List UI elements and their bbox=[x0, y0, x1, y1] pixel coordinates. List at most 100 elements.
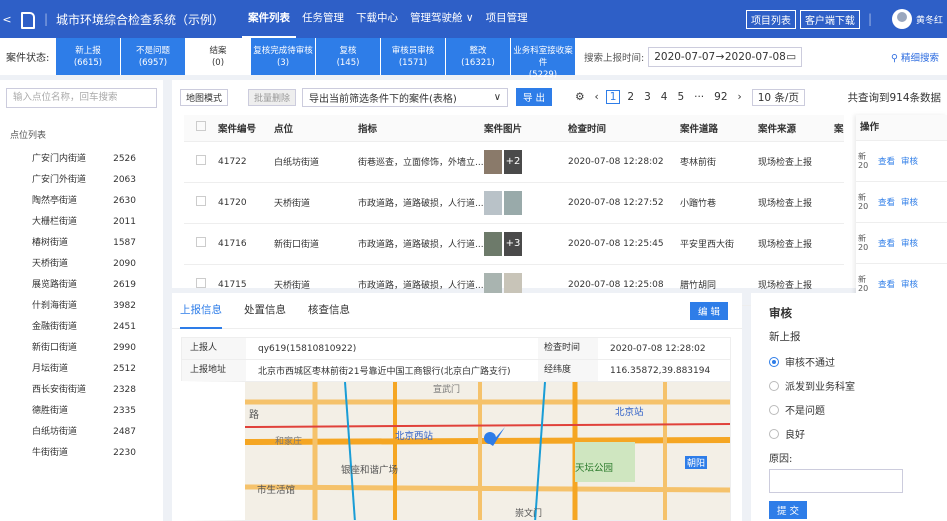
table-row[interactable]: 41716 新街口街道 市政道路，道路破损，人行道... +3 2020-07-… bbox=[184, 223, 844, 265]
case-truncated bbox=[834, 223, 844, 265]
status-tab-auditor[interactable]: 审核员审核 (1571) bbox=[381, 38, 445, 75]
divider: | bbox=[44, 12, 49, 26]
row-checkbox[interactable] bbox=[196, 237, 206, 247]
status-tab-dept-received[interactable]: 业务科室接收案件 (5229) bbox=[511, 38, 575, 80]
site-list-item[interactable]: 广安门外街道 2063 bbox=[0, 170, 163, 191]
site-list-item[interactable]: 月坛街道 2512 bbox=[0, 359, 163, 380]
page-1[interactable]: 1 bbox=[605, 90, 621, 104]
tab-report-info[interactable]: 上报信息 bbox=[180, 293, 222, 329]
view-link[interactable]: 查看 bbox=[878, 155, 895, 167]
site-list-item[interactable]: 德胜街道 2335 bbox=[0, 401, 163, 422]
review-link[interactable]: 审核 bbox=[901, 155, 918, 167]
prev-page-icon[interactable]: ‹ bbox=[594, 91, 598, 103]
status-tab-not-issue[interactable]: 不是问题 (6957) bbox=[121, 38, 185, 75]
view-link[interactable]: 查看 bbox=[878, 237, 895, 249]
radio-reject[interactable]: 审核不通过 bbox=[769, 354, 929, 369]
case-photo[interactable] bbox=[484, 231, 502, 256]
project-list-button[interactable]: 项目列表 bbox=[745, 9, 796, 29]
site-list-item[interactable]: 椿树街道 1587 bbox=[0, 233, 163, 254]
page-size-select[interactable]: 10 条/页 bbox=[751, 88, 805, 106]
nav-download-center[interactable]: 下载中心 bbox=[350, 0, 404, 38]
page-ellipsis[interactable]: ··· bbox=[694, 91, 704, 103]
row-checkbox[interactable] bbox=[196, 278, 206, 288]
site-list-item[interactable]: 牛街街道 2230 bbox=[0, 443, 163, 464]
site-list-item[interactable]: 新街口街道 2990 bbox=[0, 338, 163, 359]
status-tab-rectify[interactable]: 整改 (16321) bbox=[446, 38, 510, 75]
back-icon[interactable]: < bbox=[0, 13, 14, 26]
reporter-label: 上报人 bbox=[182, 338, 246, 359]
table-row[interactable]: 41722 白纸坊街道 街巷巡查，立面修饰，外墙立... +2 2020-07-… bbox=[184, 141, 844, 183]
submit-button[interactable]: 提 交 bbox=[769, 501, 808, 519]
select-all-checkbox[interactable] bbox=[196, 121, 206, 132]
nav-cockpit[interactable]: 管理驾驶舱 ∨ bbox=[404, 0, 480, 38]
radio-icon[interactable] bbox=[769, 428, 779, 439]
nav-project-management[interactable]: 项目管理 bbox=[480, 0, 534, 38]
radio-not-issue[interactable]: 不是问题 bbox=[769, 402, 929, 417]
site-search-input[interactable]: 输入点位名称，回车搜索 bbox=[6, 88, 157, 108]
radio-icon[interactable] bbox=[769, 404, 779, 415]
radio-label: 良好 bbox=[785, 430, 805, 441]
date-end[interactable]: 2020-07-08 bbox=[725, 51, 786, 63]
page-5[interactable]: 5 bbox=[677, 91, 684, 103]
radio-icon[interactable] bbox=[769, 380, 779, 391]
site-list-item[interactable]: 西长安街街道 2328 bbox=[0, 380, 163, 401]
divider: | bbox=[867, 12, 872, 26]
action-row: 新20 查看 审核 bbox=[856, 141, 947, 182]
batch-delete-button[interactable]: 批量删除 bbox=[248, 88, 297, 106]
status-tab-recheck[interactable]: 复核 (145) bbox=[316, 38, 380, 75]
status-tab-new[interactable]: 新上报 (6615) bbox=[56, 38, 120, 75]
status-tab-closed[interactable]: 结案 (0) bbox=[186, 38, 250, 75]
edit-button[interactable]: 编 辑 bbox=[689, 301, 728, 320]
row-checkbox-cell bbox=[184, 141, 218, 183]
view-link[interactable]: 查看 bbox=[878, 278, 895, 290]
export-button[interactable]: 导 出 bbox=[516, 88, 553, 106]
map-canvas[interactable] bbox=[245, 382, 731, 521]
tab-handling-info[interactable]: 处置信息 bbox=[244, 293, 286, 329]
more-photos[interactable]: +3 bbox=[504, 231, 522, 256]
fine-search-link[interactable]: ⚲ 精细搜索 bbox=[891, 50, 947, 64]
gear-icon[interactable]: ⚙ bbox=[575, 91, 584, 103]
date-filter: 搜索上报时间: 2020-07-07 → 2020-07-08 ▭ bbox=[584, 46, 803, 67]
review-link[interactable]: 审核 bbox=[901, 196, 918, 208]
date-range-picker[interactable]: 2020-07-07 → 2020-07-08 ▭ bbox=[648, 46, 803, 67]
review-link[interactable]: 审核 bbox=[901, 278, 918, 290]
site-list-item[interactable]: 大栅栏街道 2011 bbox=[0, 212, 163, 233]
page-3[interactable]: 3 bbox=[644, 91, 651, 103]
radio-selected-icon[interactable] bbox=[769, 356, 779, 367]
case-photo[interactable] bbox=[484, 149, 502, 174]
username[interactable]: 黄冬红 bbox=[916, 13, 943, 26]
status-tab-recheck-pending[interactable]: 复核完成待审核 (3) bbox=[251, 38, 315, 75]
site-list-item[interactable]: 天桥街道 2090 bbox=[0, 254, 163, 275]
radio-good[interactable]: 良好 bbox=[769, 426, 929, 441]
next-page-icon[interactable]: › bbox=[738, 91, 742, 103]
page-2[interactable]: 2 bbox=[627, 91, 634, 103]
date-start[interactable]: 2020-07-07 bbox=[654, 51, 715, 63]
row-checkbox[interactable] bbox=[196, 196, 206, 206]
radio-dispatch[interactable]: 派发到业务科室 bbox=[769, 378, 929, 393]
avatar[interactable] bbox=[891, 9, 912, 29]
map-mode-button[interactable]: 地图模式 bbox=[180, 88, 229, 106]
table-row[interactable]: 41720 天桥街道 市政道路，道路破损，人行道... 2020-07-08 1… bbox=[184, 182, 844, 224]
row-checkbox[interactable] bbox=[196, 155, 206, 165]
site-list-item[interactable]: 白纸坊街道 2487 bbox=[0, 422, 163, 443]
tab-verification-info[interactable]: 核查信息 bbox=[308, 293, 350, 329]
view-link[interactable]: 查看 bbox=[878, 196, 895, 208]
site-list-item[interactable]: 什刹海街道 3982 bbox=[0, 296, 163, 317]
site-list-item[interactable]: 陶然亭街道 2630 bbox=[0, 191, 163, 212]
location-map[interactable]: 路 北京西站 北京站 天坛公园 银座和谐广场 和家庄 宣武门 朝阳 市生活馆 崇… bbox=[181, 381, 731, 521]
site-list-item[interactable]: 金融街街道 2451 bbox=[0, 317, 163, 338]
export-select[interactable]: 导出当前筛选条件下的案件(表格) ∨ bbox=[302, 87, 509, 107]
case-photo[interactable] bbox=[504, 190, 522, 215]
nav-case-list[interactable]: 案件列表 bbox=[242, 0, 297, 38]
case-photo[interactable] bbox=[484, 190, 502, 215]
more-photos[interactable]: +2 bbox=[504, 149, 522, 174]
page-92[interactable]: 92 bbox=[714, 91, 727, 103]
calendar-icon[interactable]: ▭ bbox=[786, 51, 796, 63]
page-4[interactable]: 4 bbox=[661, 91, 668, 103]
site-list-item[interactable]: 展览路街道 2619 bbox=[0, 275, 163, 296]
reason-input[interactable] bbox=[769, 469, 903, 493]
nav-task-management[interactable]: 任务管理 bbox=[296, 0, 350, 38]
client-download-button[interactable]: 客户端下载 bbox=[799, 9, 860, 29]
review-link[interactable]: 审核 bbox=[901, 237, 918, 249]
site-list-item[interactable]: 广安门内街道 2526 bbox=[0, 149, 163, 170]
